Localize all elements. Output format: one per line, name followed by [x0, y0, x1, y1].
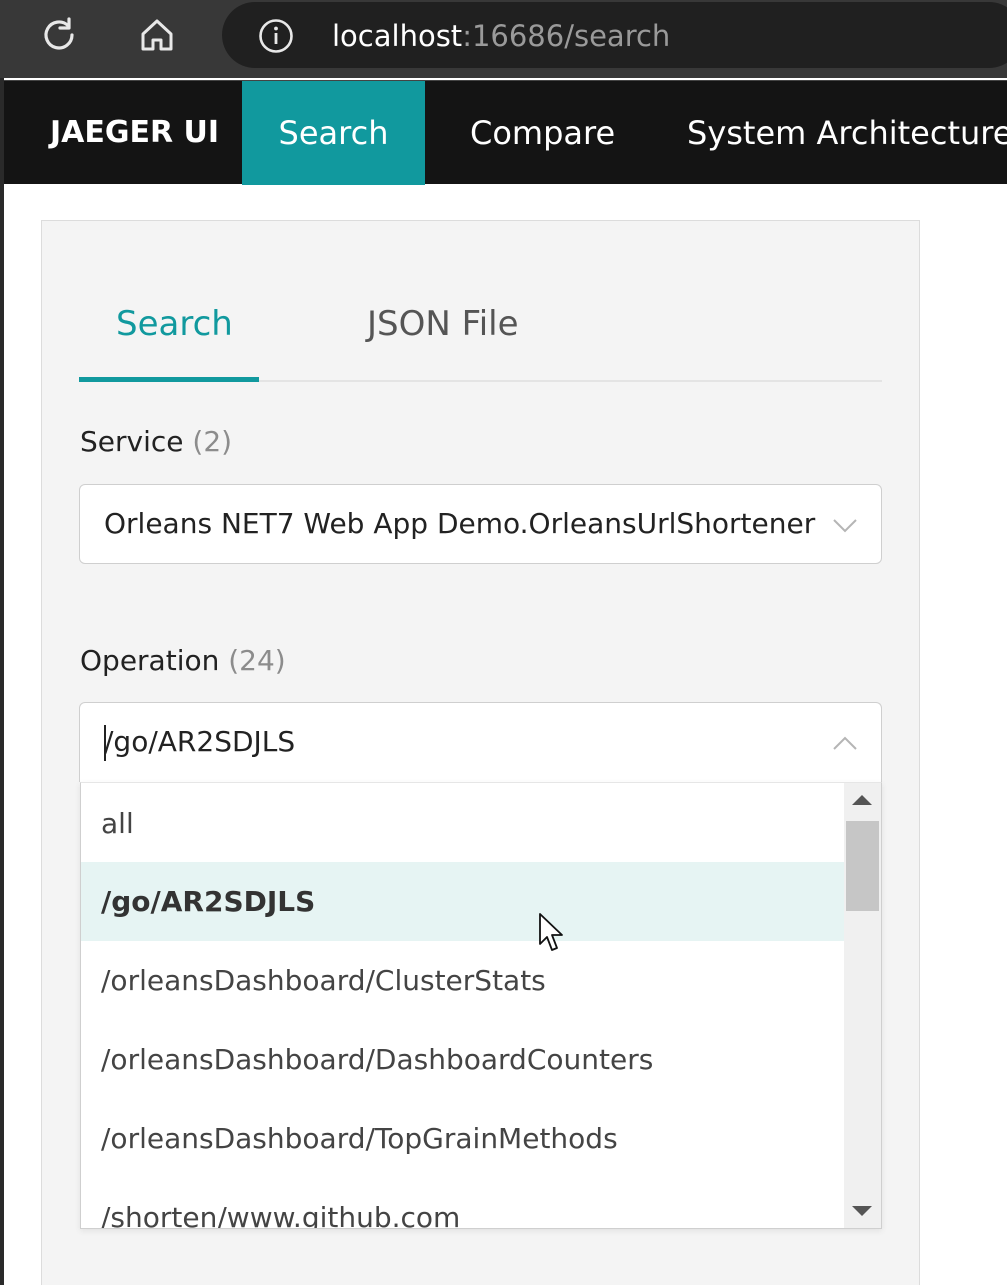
- scroll-down-arrow-icon[interactable]: [852, 1206, 872, 1216]
- dropdown-option[interactable]: all: [81, 784, 844, 863]
- dropdown-scrollbar[interactable]: [844, 783, 881, 1228]
- service-label: Service (2): [80, 422, 232, 462]
- scrollbar-thumb[interactable]: [846, 821, 879, 911]
- operation-label: Operation (24): [80, 641, 286, 681]
- nav-item-system-architecture[interactable]: System Architecture: [687, 81, 1007, 185]
- window-edge: [0, 78, 4, 1285]
- service-select-value: Orleans NET7 Web App Demo.OrleansUrlShor…: [104, 507, 816, 540]
- dropdown-option[interactable]: /shorten/www.github.com: [81, 1178, 844, 1228]
- dropdown-option[interactable]: /orleansDashboard/TopGrainMethods: [81, 1099, 844, 1178]
- url-host: localhost: [332, 19, 463, 53]
- active-tab-indicator: [79, 377, 259, 382]
- operation-dropdown: all /go/AR2SDJLS /orleansDashboard/Clust…: [80, 782, 882, 1229]
- dropdown-option[interactable]: /orleansDashboard/DashboardCounters: [81, 1020, 844, 1099]
- reload-icon[interactable]: [36, 12, 82, 58]
- home-icon[interactable]: [134, 12, 180, 58]
- browser-toolbar: localhost:16686/search: [0, 0, 1007, 78]
- address-bar[interactable]: localhost:16686/search: [222, 2, 1007, 68]
- service-select[interactable]: Orleans NET7 Web App Demo.OrleansUrlShor…: [79, 484, 882, 564]
- tab-search[interactable]: Search: [116, 300, 233, 348]
- mouse-pointer-icon: [538, 912, 566, 954]
- service-count: (2): [192, 425, 233, 458]
- operation-label-text: Operation: [80, 644, 220, 677]
- dropdown-option-highlighted[interactable]: /go/AR2SDJLS: [81, 862, 844, 941]
- brand-logo[interactable]: JAEGER UI: [50, 81, 219, 185]
- service-label-text: Service: [80, 425, 184, 458]
- top-nav: JAEGER UI Search Compare System Architec…: [4, 80, 1007, 185]
- nav-item-compare[interactable]: Compare: [470, 81, 615, 185]
- url-text[interactable]: localhost:16686/search: [332, 16, 670, 56]
- operation-select[interactable]: /go/AR2SDJLS: [79, 702, 882, 782]
- chevron-down-icon: [831, 511, 859, 539]
- operation-count: (24): [228, 644, 286, 677]
- dropdown-option[interactable]: /orleansDashboard/ClusterStats: [81, 941, 844, 1020]
- operation-select-value[interactable]: /go/AR2SDJLS: [104, 722, 295, 762]
- url-path: :16686/search: [462, 19, 671, 53]
- nav-item-search[interactable]: Search: [242, 81, 425, 185]
- scroll-up-arrow-icon[interactable]: [852, 795, 872, 805]
- tab-json-file[interactable]: JSON File: [367, 300, 519, 348]
- chevron-up-icon: [831, 729, 859, 757]
- info-icon[interactable]: [258, 18, 294, 54]
